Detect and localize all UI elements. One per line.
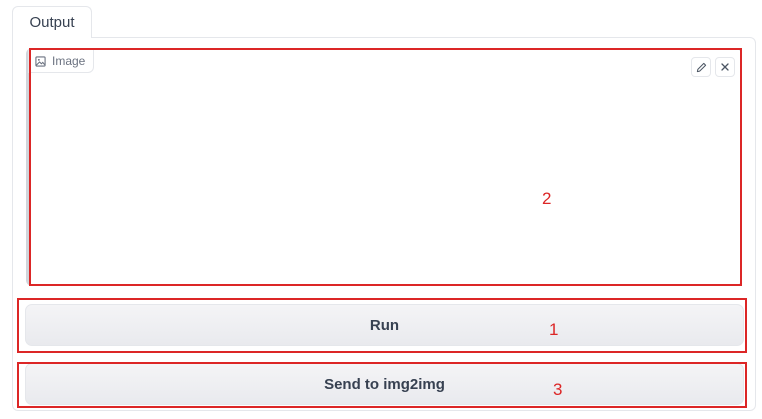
send-to-img2img-button[interactable]: Send to img2img [25, 363, 744, 405]
annotation-number-send: 3 [553, 380, 563, 399]
clear-image-button[interactable] [715, 57, 735, 77]
edit-image-button[interactable] [691, 57, 711, 77]
image-label-text: Image [52, 54, 86, 68]
tab-output-label: Output [29, 14, 75, 31]
run-button[interactable]: Run [25, 304, 744, 346]
page: Output Image Run Send to img2img 2 1 3 [0, 0, 762, 419]
tab-output[interactable]: Output [12, 6, 92, 38]
send-button-label: Send to img2img [324, 375, 445, 393]
image-icon [35, 55, 46, 67]
close-icon [720, 62, 730, 72]
image-label-badge: Image [28, 49, 95, 73]
annotation-number-image: 2 [542, 189, 552, 208]
annotation-number-run: 1 [549, 320, 559, 339]
pencil-icon [696, 62, 707, 73]
image-output-area [26, 48, 742, 286]
run-button-label: Run [369, 316, 400, 334]
